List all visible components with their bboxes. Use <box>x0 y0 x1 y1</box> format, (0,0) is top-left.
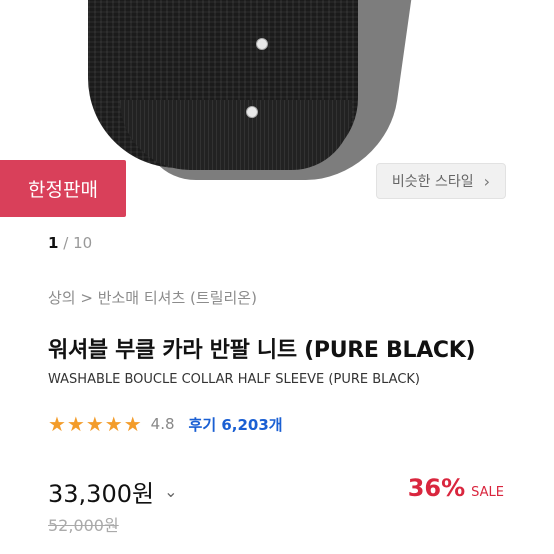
discount: 36% SALE <box>408 474 504 502</box>
knit-hem <box>120 100 352 170</box>
breadcrumb[interactable]: 상의 > 반소매 티셔츠 (트릴리온) <box>48 287 257 308</box>
pager-current: 1 <box>48 234 59 252</box>
star-rating-icon: ★★★★★ <box>48 412 143 436</box>
garment-button <box>246 106 258 118</box>
reviews-link[interactable]: 후기 6,203개 <box>189 414 283 435</box>
product-subtitle: WASHABLE BOUCLE COLLAR HALF SLEEVE (PURE… <box>48 372 421 387</box>
pager-total: 10 <box>73 234 93 252</box>
pager-separator: / <box>63 234 69 252</box>
original-price: 52,000원 <box>48 516 119 535</box>
sale-price: 33,300원 <box>48 480 155 508</box>
sale-label: SALE <box>471 485 504 500</box>
rating-score: 4.8 <box>150 415 175 433</box>
rating-row: ★★★★★ 4.8 후기 6,203개 <box>48 412 283 436</box>
discount-percent: 36% <box>407 474 466 502</box>
product-title: 워셔블 부클 카라 반팔 니트 (PURE BLACK) <box>48 338 476 363</box>
image-pager: 1 / 10 <box>48 234 92 252</box>
chevron-right-icon: › <box>483 171 491 191</box>
similar-style-button[interactable]: 비슷한 스타일 › <box>376 163 506 199</box>
chevron-down-icon[interactable]: ⌄ <box>164 482 177 501</box>
similar-style-label: 비슷한 스타일 <box>391 174 474 190</box>
garment-button <box>256 38 268 50</box>
limited-sale-badge: 한정판매 <box>0 160 126 217</box>
price-row[interactable]: 33,300원 ⌄ <box>48 474 177 509</box>
